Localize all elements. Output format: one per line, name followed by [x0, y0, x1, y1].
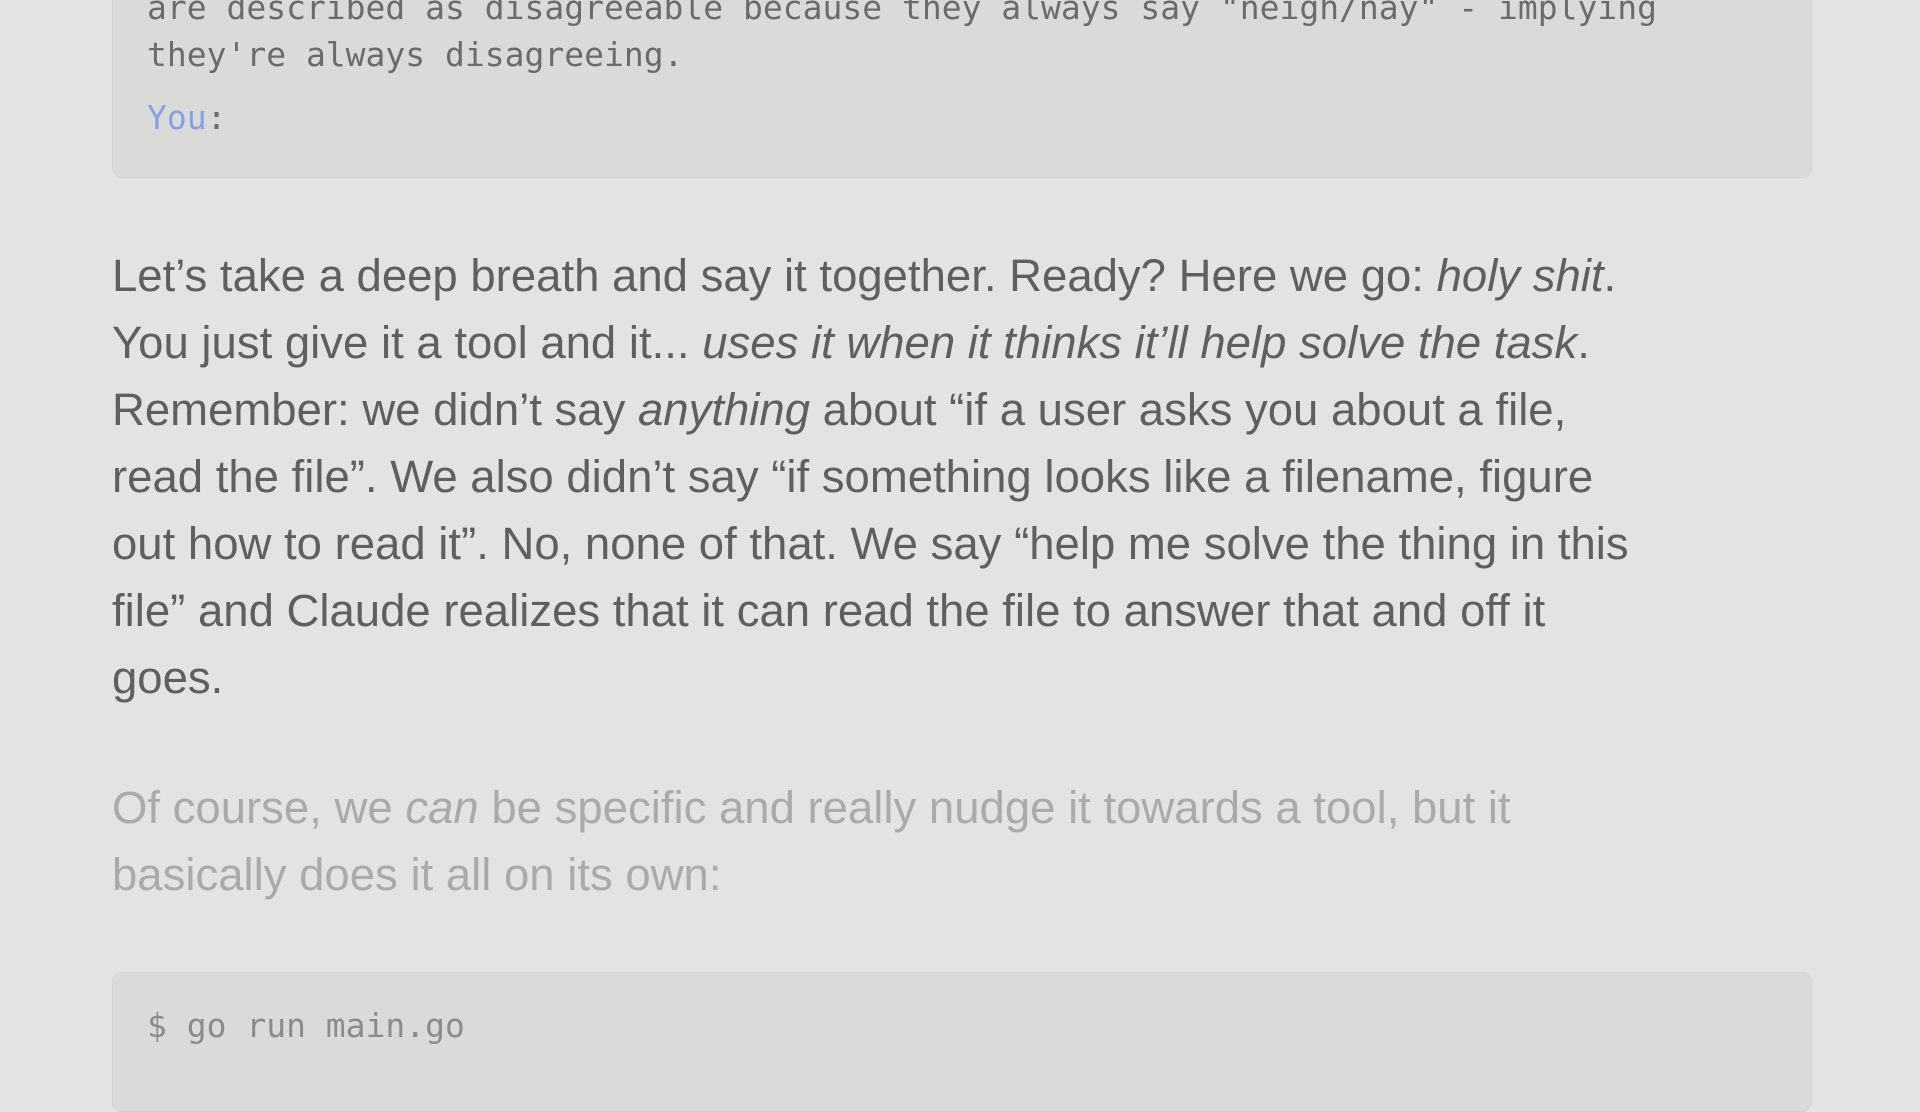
emphasis-text: anything — [637, 384, 811, 435]
body-paragraph: Let’s take a deep breath and say it toge… — [112, 242, 1812, 711]
paragraph-line: goes. — [112, 652, 224, 703]
text-run: Let’s take a deep breath and say it toge… — [112, 250, 1437, 301]
shell-command-line: $ go run main.go — [147, 1006, 465, 1045]
code-block-command: $ go run main.go — [112, 972, 1812, 1112]
text-run: about “if a user asks you about a file, — [810, 384, 1567, 435]
paragraph-line: Of course, we can be specific and really… — [112, 774, 1812, 841]
code-output-line: are described as disagreeable because th… — [147, 0, 1657, 27]
user-prompt-label: You — [147, 98, 207, 137]
paragraph-line: file” and Claude realizes that it can re… — [112, 585, 1546, 636]
text-run: Of course, we — [112, 782, 406, 833]
text-run: be specific and really nudge it towards … — [478, 782, 1511, 833]
paragraph-line: Let’s take a deep breath and say it toge… — [112, 242, 1812, 309]
code-block-output: are described as disagreeable because th… — [112, 0, 1812, 178]
text-run: You just give it a tool and it... — [112, 317, 703, 368]
faded-paragraph: Of course, we can be specific and really… — [112, 774, 1812, 908]
text-run: Remember: we didn’t say — [112, 384, 638, 435]
paragraph-line: Remember: we didn’t say anything about “… — [112, 376, 1812, 443]
paragraph-line: basically does it all on its own: — [112, 849, 722, 900]
text-run: . — [1603, 250, 1617, 301]
emphasis-text: uses it when it thinks it’ll help solve … — [702, 317, 1578, 368]
emphasis-text: can — [405, 782, 479, 833]
user-prompt-colon: : — [206, 98, 227, 137]
text-run: . — [1577, 317, 1590, 368]
emphasis-text: holy shit — [1436, 250, 1604, 301]
paragraph-line: You just give it a tool and it... uses i… — [112, 309, 1812, 376]
user-prompt-line: You: — [147, 101, 226, 134]
paragraph-line: out how to read it”. No, none of that. W… — [112, 518, 1629, 569]
paragraph-line: read the file”. We also didn’t say “if s… — [112, 451, 1594, 502]
code-output-line: they're always disagreeing. — [147, 35, 684, 74]
